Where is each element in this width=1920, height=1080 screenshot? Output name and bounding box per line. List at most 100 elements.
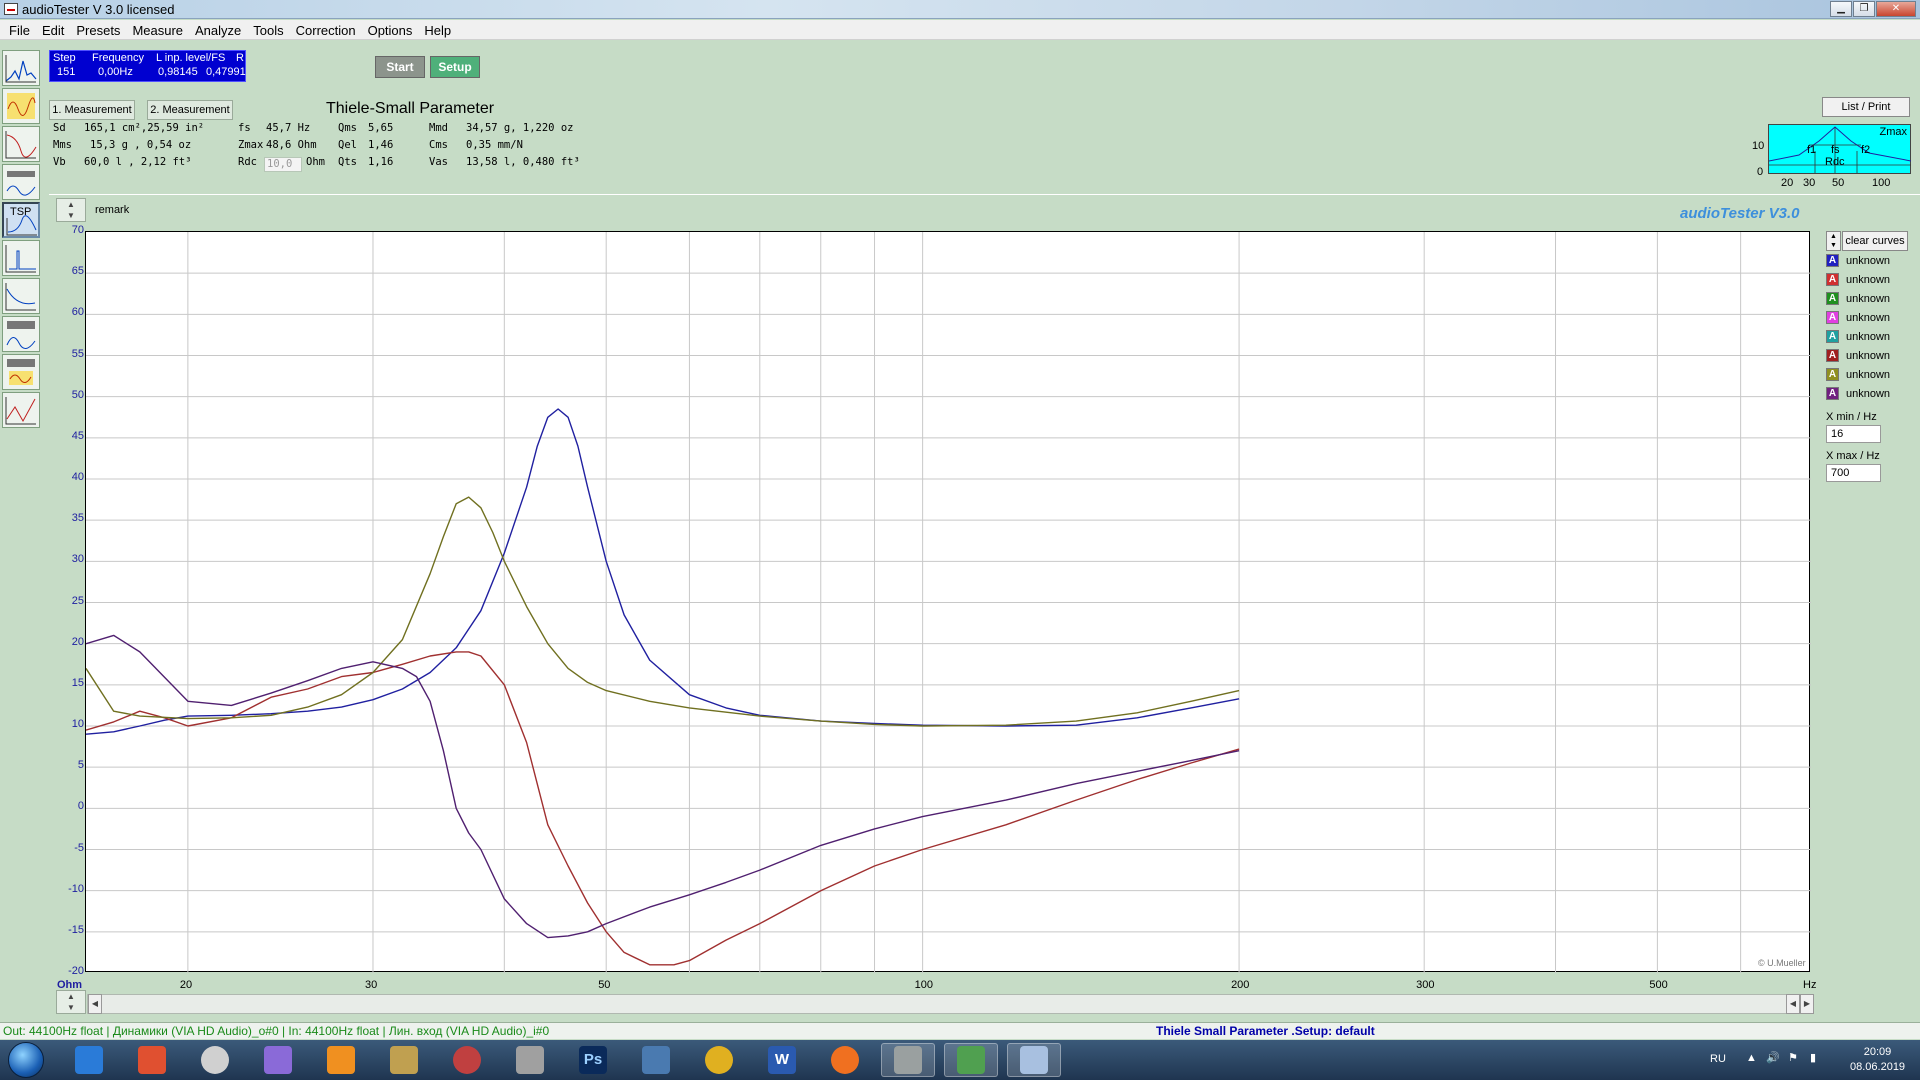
tool-frequency-response[interactable] bbox=[2, 126, 40, 162]
bottom-spinner[interactable]: ▲ ▼ bbox=[56, 990, 86, 1014]
chevron-up-icon[interactable]: ▲ bbox=[1746, 1052, 1757, 1064]
curve-color-swatch[interactable]: A bbox=[1826, 349, 1839, 362]
notification-icon[interactable]: ⚑ bbox=[1788, 1051, 1798, 1064]
taskbar-chrome-icon[interactable] bbox=[692, 1043, 746, 1077]
taskbar-arc-icon[interactable] bbox=[251, 1043, 305, 1077]
tsp-title: Thiele-Small Parameter bbox=[326, 100, 495, 117]
curve-color-swatch[interactable]: A bbox=[1826, 273, 1839, 286]
curve-item[interactable]: Aunknown bbox=[1826, 290, 1890, 307]
title-bar: audioTester V 3.0 licensed ▁ ❐ ✕ bbox=[0, 0, 1920, 19]
mini-xtick-20: 20 bbox=[1781, 177, 1794, 189]
mini-f1: f1 bbox=[1807, 144, 1817, 156]
taskbar-ball-icon[interactable] bbox=[440, 1043, 494, 1077]
volume-icon[interactable]: 🔊 bbox=[1766, 1051, 1780, 1064]
start-button[interactable] bbox=[8, 1042, 44, 1078]
y-tick-label: 20 bbox=[71, 635, 84, 648]
curve-item[interactable]: Aunknown bbox=[1826, 328, 1890, 345]
clock[interactable]: 20:09 08.06.2019 bbox=[1850, 1045, 1905, 1075]
param-qts-value: 1,16 bbox=[368, 156, 394, 168]
maximize-button[interactable]: ❐ bbox=[1853, 1, 1875, 17]
language-indicator[interactable]: RU bbox=[1710, 1053, 1726, 1065]
phase-icon bbox=[5, 397, 36, 425]
media-icon bbox=[201, 1046, 229, 1074]
curve-item[interactable]: Aunknown bbox=[1826, 252, 1890, 269]
tool-distortion[interactable] bbox=[2, 278, 40, 314]
curve-label: unknown bbox=[1846, 330, 1891, 343]
curves-spinner[interactable]: ▲ ▼ bbox=[1826, 231, 1841, 251]
menu-help[interactable]: Help bbox=[418, 20, 457, 39]
curve-color-swatch[interactable]: A bbox=[1826, 387, 1839, 400]
tool-spectrum[interactable] bbox=[2, 50, 40, 86]
tool-tsp[interactable]: TSP bbox=[2, 202, 40, 238]
scroll-left-button[interactable]: ◀ bbox=[88, 994, 102, 1014]
menu-file[interactable]: File bbox=[3, 20, 36, 39]
measurement-1-button[interactable]: 1. Measurement bbox=[49, 100, 135, 120]
measurement-2-button[interactable]: 2. Measurement bbox=[147, 100, 233, 120]
curve-color-swatch[interactable]: A bbox=[1826, 254, 1839, 267]
param-qel-value: 1,46 bbox=[368, 139, 394, 151]
tool-impulse[interactable] bbox=[2, 240, 40, 276]
menu-correction[interactable]: Correction bbox=[290, 20, 362, 39]
remark-spinner[interactable]: ▲ ▼ bbox=[56, 198, 86, 222]
taskbar: Ps W RU ▲ 🔊 ⚑ ▮ 20:09 08.06.2019 bbox=[0, 1040, 1920, 1080]
curve-color-swatch[interactable]: A bbox=[1826, 311, 1839, 324]
menu-tools[interactable]: Tools bbox=[247, 20, 289, 39]
start-button[interactable]: Start bbox=[375, 56, 425, 78]
menu-options[interactable]: Options bbox=[362, 20, 419, 39]
curve-item[interactable]: Aunknown bbox=[1826, 309, 1890, 326]
xmax-input[interactable]: 700 bbox=[1826, 464, 1881, 482]
taskbar-photoshop-icon[interactable]: Ps bbox=[566, 1043, 620, 1077]
tool-phase[interactable] bbox=[2, 392, 40, 428]
zoom-left-button[interactable]: ◀ bbox=[1786, 994, 1800, 1014]
status-bar: Out: 44100Hz float | Динамики (VIA HD Au… bbox=[0, 1022, 1920, 1039]
taskbar-feather-icon[interactable] bbox=[377, 1043, 431, 1077]
param-mms-label: Mms bbox=[53, 139, 72, 151]
curve-item[interactable]: Aunknown bbox=[1826, 347, 1890, 364]
network-icon[interactable]: ▮ bbox=[1810, 1051, 1816, 1064]
setup-button[interactable]: Setup bbox=[430, 56, 480, 78]
param-vas-value: 13,58 l, 0,480 ft³ bbox=[466, 156, 580, 168]
curve-item[interactable]: Aunknown bbox=[1826, 385, 1890, 402]
clear-curves-button[interactable]: clear curves bbox=[1842, 231, 1908, 251]
taskbar-green-app-icon[interactable] bbox=[944, 1043, 998, 1077]
chrome-icon bbox=[705, 1046, 733, 1074]
curve-color-swatch[interactable]: A bbox=[1826, 330, 1839, 343]
param-zmax-value: 48,6 Ohm bbox=[266, 139, 317, 151]
param-qts-label: Qts bbox=[338, 156, 357, 168]
taskbar-audiotester-icon[interactable] bbox=[1007, 1043, 1061, 1077]
tool-generator[interactable] bbox=[2, 354, 40, 390]
rdc-input[interactable]: 10,0 bbox=[264, 157, 302, 172]
taskbar-video-icon[interactable] bbox=[314, 1043, 368, 1077]
taskbar-audio-icon[interactable] bbox=[881, 1043, 935, 1077]
curve-item[interactable]: Aunknown bbox=[1826, 271, 1890, 288]
impulse-icon bbox=[5, 245, 36, 273]
menu-analyze[interactable]: Analyze bbox=[189, 20, 247, 39]
xmin-input[interactable]: 16 bbox=[1826, 425, 1881, 443]
list-print-button[interactable]: List / Print bbox=[1822, 97, 1910, 117]
tool-sweep[interactable] bbox=[2, 316, 40, 352]
taskbar-media-icon[interactable] bbox=[188, 1043, 242, 1077]
taskbar-ie-icon[interactable] bbox=[62, 1043, 116, 1077]
menu-presets[interactable]: Presets bbox=[70, 20, 126, 39]
taskbar-firefox-icon[interactable] bbox=[818, 1043, 872, 1077]
series-line-4 bbox=[85, 634, 1240, 939]
tool-filter[interactable] bbox=[2, 164, 40, 200]
tool-oscilloscope[interactable] bbox=[2, 88, 40, 124]
menu-edit[interactable]: Edit bbox=[36, 20, 70, 39]
horizontal-scrollbar[interactable]: ◀ ▶ bbox=[87, 994, 1807, 1014]
minimize-button[interactable]: ▁ bbox=[1830, 1, 1852, 17]
menu-measure[interactable]: Measure bbox=[126, 20, 189, 39]
zoom-right-button[interactable]: ▶ bbox=[1800, 994, 1814, 1014]
right-level-value: 0,47991 bbox=[206, 66, 246, 78]
mini-f2: f2 bbox=[1861, 144, 1871, 156]
curve-item[interactable]: Aunknown bbox=[1826, 366, 1890, 383]
taskbar-word-icon[interactable]: W bbox=[755, 1043, 809, 1077]
taskbar-calculator-icon[interactable] bbox=[629, 1043, 683, 1077]
curve-color-swatch[interactable]: A bbox=[1826, 292, 1839, 305]
taskbar-winamp-icon[interactable] bbox=[125, 1043, 179, 1077]
close-button[interactable]: ✕ bbox=[1876, 1, 1916, 17]
curve-color-swatch[interactable]: A bbox=[1826, 368, 1839, 381]
param-vb-value: 60,0 l , 2,12 ft³ bbox=[84, 156, 192, 168]
taskbar-archive-icon[interactable] bbox=[503, 1043, 557, 1077]
y-tick-label: 35 bbox=[71, 512, 84, 525]
